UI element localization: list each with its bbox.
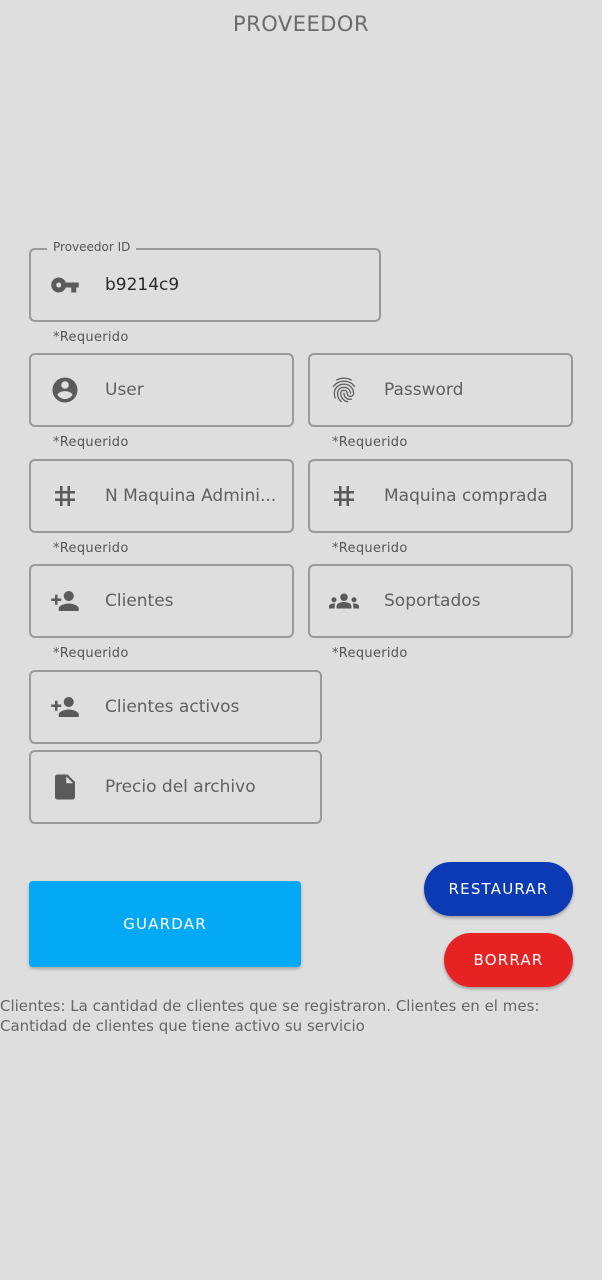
user-hint: *Requerido bbox=[53, 435, 129, 450]
clientes-hint: *Requerido bbox=[53, 646, 129, 661]
proveedor-id-field[interactable]: Proveedor ID b9214c9 bbox=[29, 240, 381, 322]
clientes-activos-field[interactable]: Clientes activos bbox=[29, 670, 322, 744]
proveedor-id-label: Proveedor ID bbox=[47, 240, 137, 254]
password-placeholder: Password bbox=[384, 380, 464, 400]
person-add-icon bbox=[49, 585, 81, 617]
precio-archivo-field[interactable]: Precio del archivo bbox=[29, 750, 322, 824]
n-maquina-admin-field[interactable]: N Maquina Admini... bbox=[29, 459, 294, 533]
restore-button[interactable]: RESTAURAR bbox=[424, 862, 573, 916]
key-icon bbox=[49, 269, 81, 301]
maquina-comprada-field[interactable]: Maquina comprada bbox=[308, 459, 573, 533]
n-maquina-admin-placeholder: N Maquina Admini... bbox=[105, 486, 277, 506]
hash-icon bbox=[328, 480, 360, 512]
save-button[interactable]: GUARDAR bbox=[29, 881, 301, 967]
file-icon bbox=[49, 771, 81, 803]
clientes-activos-placeholder: Clientes activos bbox=[105, 697, 240, 717]
soportados-placeholder: Soportados bbox=[384, 591, 481, 611]
help-text: Clientes: La cantidad de clientes que se… bbox=[0, 997, 540, 1035]
n-maquina-admin-hint: *Requerido bbox=[53, 541, 129, 556]
maquina-comprada-placeholder: Maquina comprada bbox=[384, 486, 548, 506]
proveedor-id-hint: *Requerido bbox=[53, 330, 129, 345]
user-placeholder: User bbox=[105, 380, 144, 400]
password-hint: *Requerido bbox=[332, 435, 408, 450]
fingerprint-icon bbox=[328, 374, 360, 406]
clientes-placeholder: Clientes bbox=[105, 591, 174, 611]
group-icon bbox=[328, 585, 360, 617]
proveedor-id-value: b9214c9 bbox=[105, 275, 180, 295]
soportados-field[interactable]: Soportados bbox=[308, 564, 573, 638]
clientes-field[interactable]: Clientes bbox=[29, 564, 294, 638]
soportados-hint: *Requerido bbox=[332, 646, 408, 661]
person-add-icon bbox=[49, 691, 81, 723]
page-title: PROVEEDOR bbox=[232, 12, 370, 36]
password-field[interactable]: Password bbox=[308, 353, 573, 427]
user-field[interactable]: User bbox=[29, 353, 294, 427]
hash-icon bbox=[49, 480, 81, 512]
maquina-comprada-hint: *Requerido bbox=[332, 541, 408, 556]
precio-archivo-placeholder: Precio del archivo bbox=[105, 777, 256, 797]
delete-button[interactable]: BORRAR bbox=[444, 933, 573, 987]
account-circle-icon bbox=[49, 374, 81, 406]
